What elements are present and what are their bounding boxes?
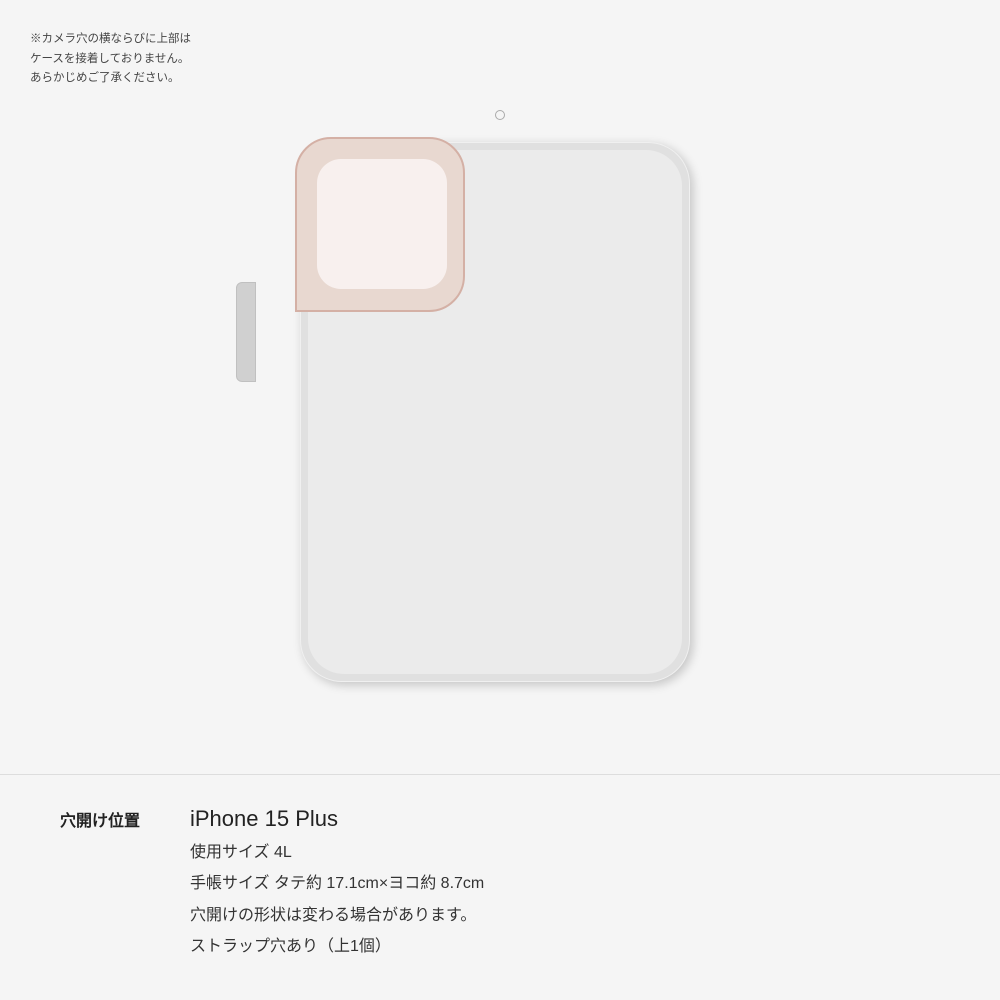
device-strap-info: ストラップ穴あり（上1個） [190, 934, 484, 960]
left-side-band [236, 282, 256, 382]
camera-note-text: ※カメラ穴の横ならびに上部は ケースを接着しておりません。 あらかじめご了承くだ… [30, 30, 230, 89]
device-info: iPhone 15 Plus 使用サイズ 4L 手帳サイズ タテ約 17.1cm… [190, 805, 484, 960]
device-size-label: 使用サイズ 4L [190, 840, 484, 866]
strap-hole [495, 110, 505, 120]
hole-position-label: 穴開け位置 [60, 805, 190, 831]
case-illustration-area: ※カメラ穴の横ならびに上部は ケースを接着しておりません。 あらかじめご了承くだ… [0, 0, 1000, 774]
bottom-info-section: 穴開け位置 iPhone 15 Plus 使用サイズ 4L 手帳サイズ タテ約 … [0, 775, 1000, 1000]
phone-case-body [300, 142, 690, 682]
camera-bump-inner [317, 159, 447, 289]
device-name: iPhone 15 Plus [190, 805, 484, 834]
note-text-area: ※カメラ穴の横ならびに上部は ケースを接着しておりません。 あらかじめご了承くだ… [30, 30, 230, 89]
device-dimensions: 手帳サイズ タテ約 17.1cm×ヨコ約 8.7cm [190, 871, 484, 897]
device-hole-note: 穴開けの形状は変わる場合があります。 [190, 903, 484, 929]
phone-case-illustration [250, 102, 750, 722]
page-container: ※カメラ穴の横ならびに上部は ケースを接着しておりません。 あらかじめご了承くだ… [0, 0, 1000, 1000]
camera-bump [295, 137, 465, 312]
